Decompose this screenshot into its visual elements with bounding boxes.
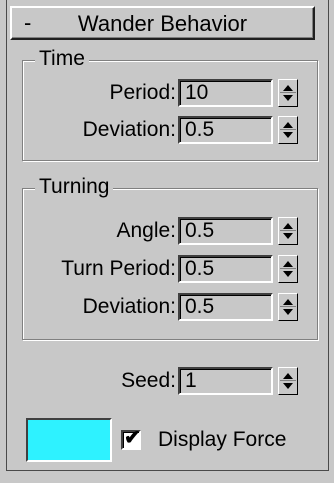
spinner-divider — [280, 230, 296, 231]
spin-down-arrow-icon — [283, 383, 293, 389]
time-deviation-input[interactable]: 0.5 — [178, 116, 273, 144]
spin-up-arrow-icon — [283, 122, 293, 128]
force-color-swatch[interactable] — [26, 418, 112, 462]
angle-input[interactable]: 0.5 — [178, 217, 273, 245]
checkmark-icon: ✔ — [124, 427, 141, 449]
spin-up-arrow-icon — [283, 373, 293, 379]
angle-label: Angle: — [116, 219, 176, 242]
spin-up-arrow-icon — [283, 223, 293, 229]
spinner-divider — [280, 268, 296, 269]
period-input[interactable]: 10 — [178, 79, 273, 107]
turn-period-input[interactable]: 0.5 — [178, 255, 273, 283]
panel-right-border — [328, 0, 329, 471]
spin-up-arrow-icon — [283, 85, 293, 91]
turning-deviation-input[interactable]: 0.5 — [178, 293, 273, 321]
panel-left-border — [6, 0, 7, 471]
spinner-divider — [280, 380, 296, 381]
seed-input[interactable]: 1 — [178, 367, 273, 395]
time-group: Time — [22, 46, 318, 161]
spin-down-arrow-icon — [283, 233, 293, 239]
spin-down-arrow-icon — [283, 132, 293, 138]
turning-deviation-label: Deviation: — [82, 295, 176, 318]
period-spinner[interactable] — [278, 79, 298, 107]
period-label: Period: — [109, 81, 176, 104]
display-force-label: Display Force — [158, 428, 287, 451]
spin-up-arrow-icon — [283, 299, 293, 305]
spinner-divider — [280, 306, 296, 307]
display-force-checkbox[interactable]: ✔ — [121, 427, 141, 450]
turning-group-label: Turning — [35, 174, 114, 200]
spin-up-arrow-icon — [283, 261, 293, 267]
turn-period-spinner[interactable] — [278, 255, 298, 283]
rollout-header-button[interactable]: - Wander Behavior — [10, 6, 315, 40]
seed-label: Seed: — [121, 369, 176, 392]
panel-bottom-border — [6, 470, 329, 471]
spinner-divider — [280, 92, 296, 93]
time-group-label: Time — [35, 46, 89, 72]
spinner-divider — [280, 129, 296, 130]
spin-down-arrow-icon — [283, 95, 293, 101]
spin-down-arrow-icon — [283, 271, 293, 277]
rollout-title: Wander Behavior — [77, 11, 248, 36]
angle-spinner[interactable] — [278, 217, 298, 245]
turn-period-label: Turn Period: — [61, 257, 176, 280]
time-deviation-label: Deviation: — [82, 118, 176, 141]
spin-down-arrow-icon — [283, 309, 293, 315]
wander-behavior-panel: - Wander Behavior Time Period: 10 Deviat… — [0, 0, 334, 483]
time-deviation-spinner[interactable] — [278, 116, 298, 144]
seed-spinner[interactable] — [278, 367, 298, 395]
turning-deviation-spinner[interactable] — [278, 293, 298, 321]
